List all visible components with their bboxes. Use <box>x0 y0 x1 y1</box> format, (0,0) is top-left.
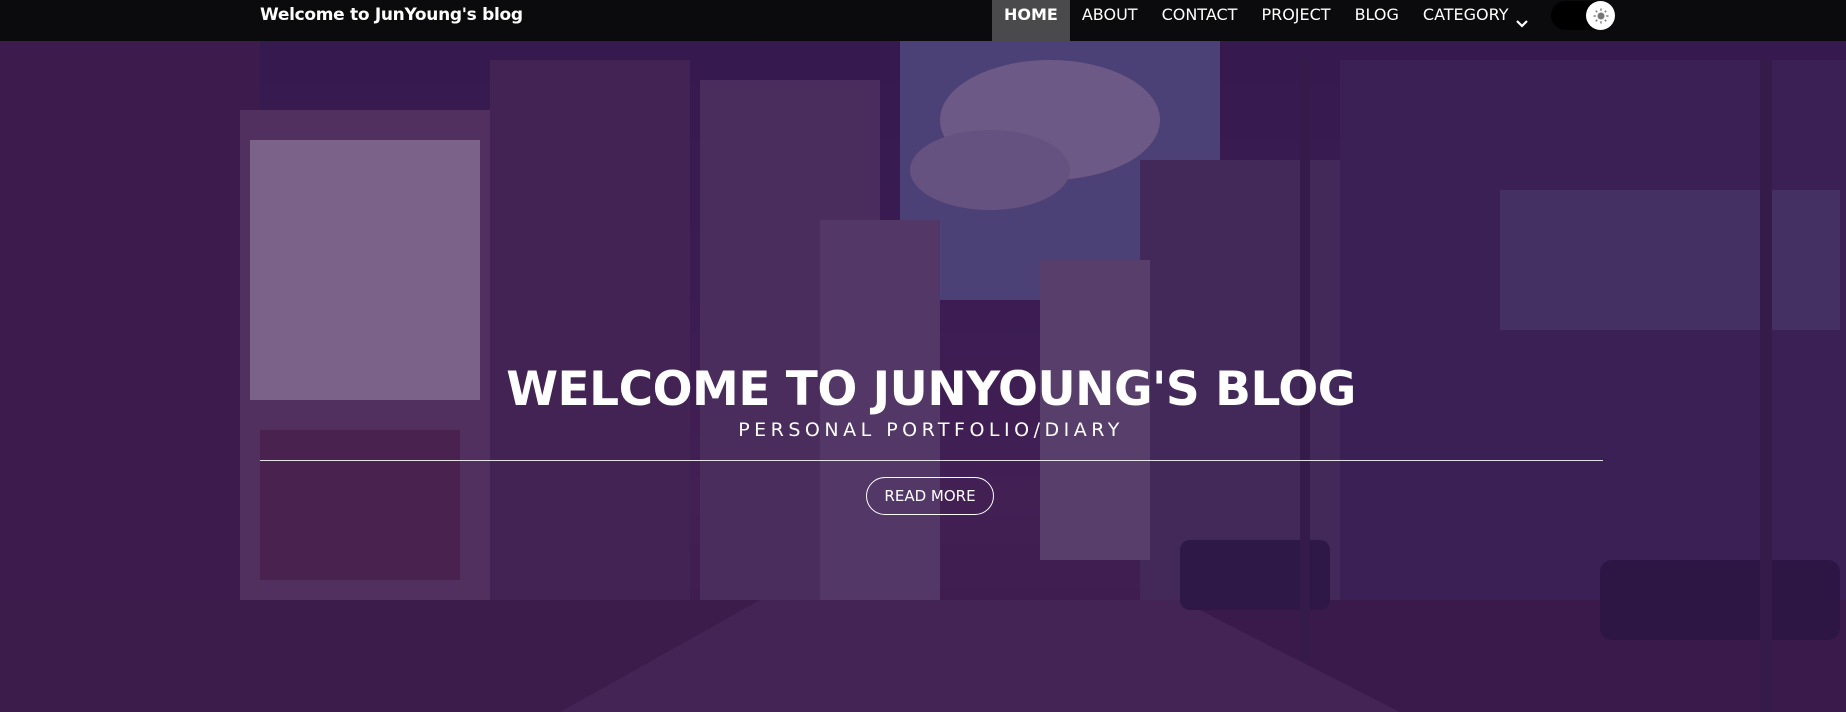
nav-item-home[interactable]: HOME <box>992 0 1070 41</box>
nav-item-label: CATEGORY <box>1422 5 1509 24</box>
chevron-down-icon <box>1515 9 1529 39</box>
hero-divider <box>260 460 1603 461</box>
theme-toggle[interactable] <box>1551 1 1615 30</box>
nav-item-label: CONTACT <box>1161 5 1238 24</box>
hero-title: WELCOME TO JUNYOUNG'S BLOG <box>506 362 1356 417</box>
nav-item-label: PROJECT <box>1261 5 1331 24</box>
nav-item-category[interactable]: CATEGORY <box>1411 0 1541 41</box>
nav-item-label: ABOUT <box>1081 5 1138 24</box>
nav-item-contact[interactable]: CONTACT <box>1150 0 1250 41</box>
nav-item-project[interactable]: PROJECT <box>1249 0 1342 41</box>
site-brand[interactable]: Welcome to JunYoung's blog <box>260 0 523 30</box>
hero-background <box>0 0 1846 712</box>
hero-overlay <box>0 0 1846 712</box>
sun-icon <box>1586 1 1615 30</box>
nav-item-label: BLOG <box>1354 5 1399 24</box>
read-more-button[interactable]: READ MORE <box>866 477 994 515</box>
hero-subtitle: PERSONAL PORTFOLIO/DIARY <box>738 419 1124 441</box>
nav-item-label: HOME <box>1004 5 1058 24</box>
nav-item-blog[interactable]: BLOG <box>1343 0 1411 41</box>
nav-menu: HOME ABOUT CONTACT PROJECT BLOG CATEGORY <box>992 0 1541 41</box>
nav-item-about[interactable]: ABOUT <box>1070 0 1150 41</box>
navbar: Welcome to JunYoung's blog HOME ABOUT CO… <box>0 0 1846 41</box>
